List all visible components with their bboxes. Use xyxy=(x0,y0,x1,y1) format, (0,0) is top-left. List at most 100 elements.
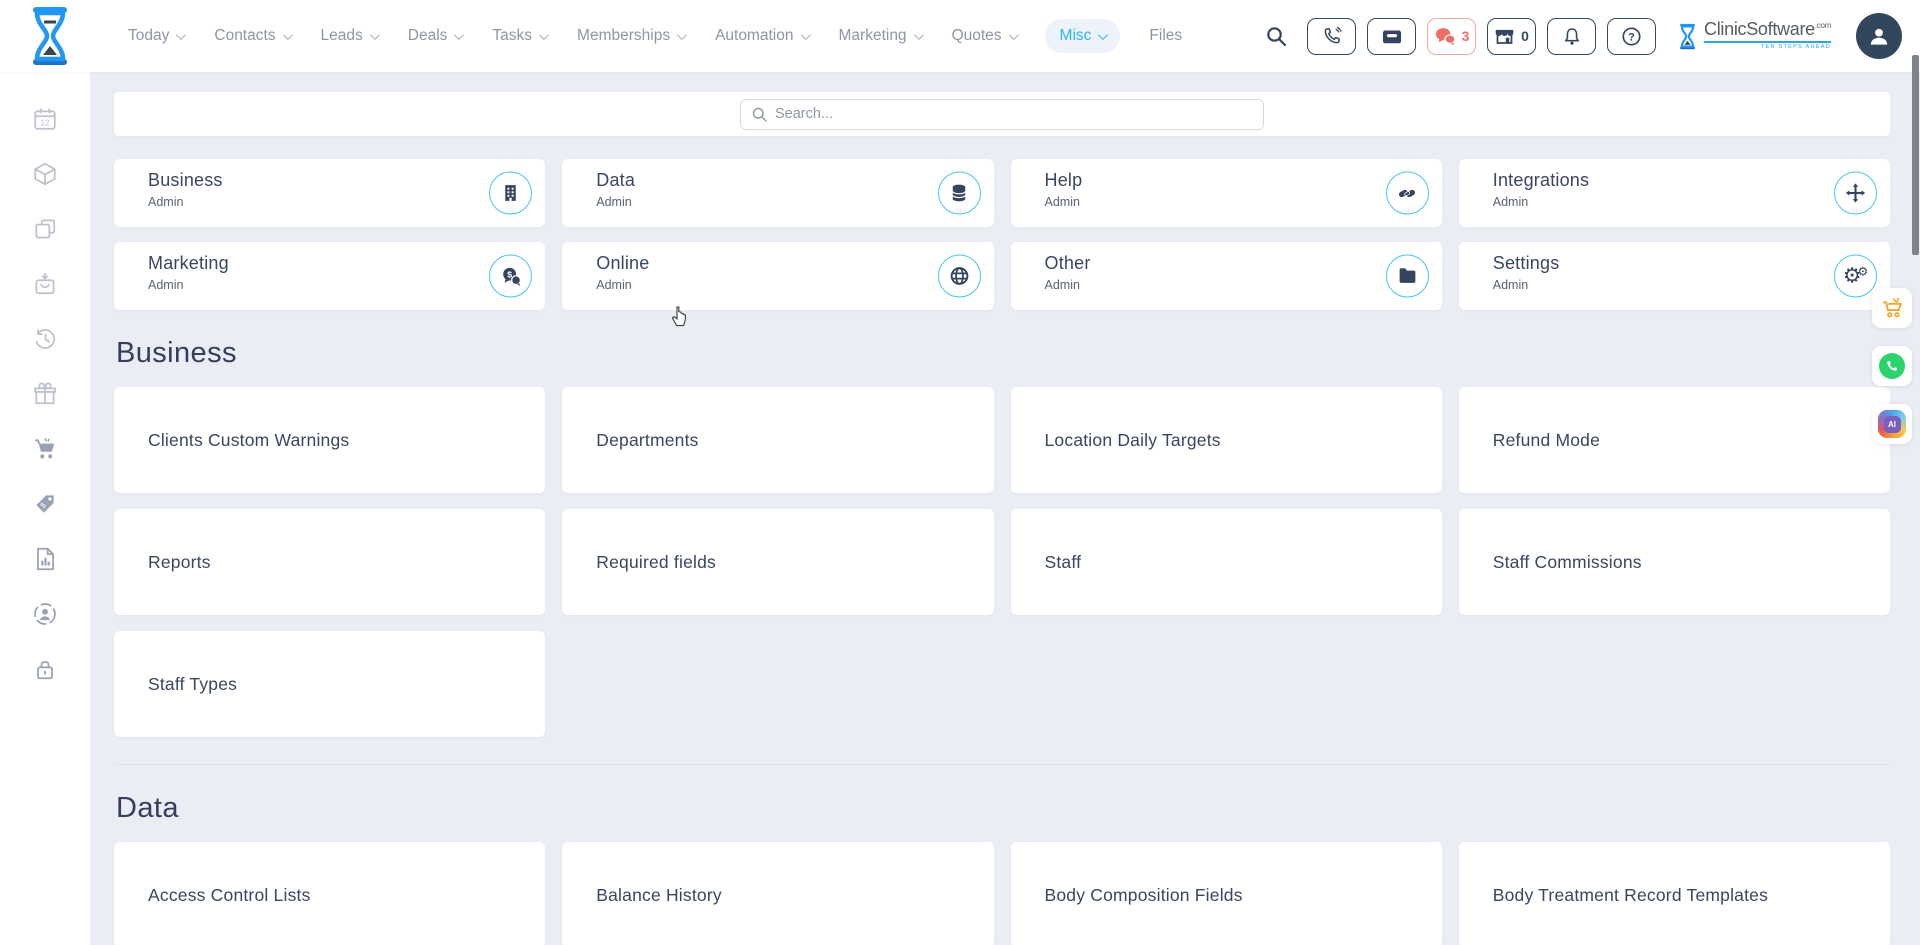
item-label: Balance History xyxy=(596,885,722,906)
item-balance-history[interactable]: Balance History xyxy=(562,842,993,945)
category-card-help[interactable]: Help Admin xyxy=(1011,159,1442,227)
cart-quick-button[interactable] xyxy=(1872,288,1912,328)
person-icon xyxy=(1866,23,1892,49)
clinicsoftware-brand[interactable]: ClinicSoftware.com TEN STEPS AHEAD xyxy=(1677,19,1831,53)
notifications-button[interactable] xyxy=(1547,18,1596,55)
nav-leads[interactable]: Leads xyxy=(319,19,379,53)
search-input[interactable] xyxy=(740,99,1264,130)
item-staff-types[interactable]: Staff Types xyxy=(114,631,545,737)
main-nav: Today Contacts Leads Deals Tasks Members… xyxy=(126,19,1184,53)
svg-text:12: 12 xyxy=(40,119,50,128)
chevron-down-icon xyxy=(914,30,924,40)
report-icon[interactable] xyxy=(32,546,58,572)
data-item-grid: Access Control Lists Balance History Bod… xyxy=(114,842,1890,945)
nav-label: Contacts xyxy=(214,27,275,45)
item-reports[interactable]: Reports xyxy=(114,509,545,615)
nav-deals[interactable]: Deals xyxy=(406,19,464,53)
nav-misc[interactable]: Misc xyxy=(1045,19,1121,53)
category-subtitle: Admin xyxy=(1045,278,1372,292)
item-location-daily-targets[interactable]: Location Daily Targets xyxy=(1011,387,1442,493)
item-staff[interactable]: Staff xyxy=(1011,509,1442,615)
gift-icon[interactable] xyxy=(32,381,58,407)
phone-button[interactable] xyxy=(1307,18,1356,55)
gear-glyph-small: ⚙ xyxy=(1858,265,1869,277)
search-icon[interactable] xyxy=(1265,25,1288,48)
nav-label: Automation xyxy=(715,27,793,45)
database-icon xyxy=(938,172,981,215)
item-label: Location Daily Targets xyxy=(1045,430,1221,451)
item-access-control-lists[interactable]: Access Control Lists xyxy=(114,842,545,945)
copy-icon[interactable] xyxy=(32,216,58,242)
category-card-settings[interactable]: Settings Admin ⚙⚙ xyxy=(1459,242,1890,310)
chat-button[interactable]: 3 xyxy=(1427,18,1476,55)
help-button[interactable]: ? xyxy=(1607,18,1656,55)
cart-icon[interactable] xyxy=(32,436,58,462)
bag-icon[interactable] xyxy=(32,271,58,297)
category-subtitle: Admin xyxy=(596,195,923,209)
item-label: Body Composition Fields xyxy=(1045,885,1243,906)
item-required-fields[interactable]: Required fields xyxy=(562,509,993,615)
category-card-data[interactable]: Data Admin xyxy=(562,159,993,227)
nav-marketing[interactable]: Marketing xyxy=(837,19,923,53)
gears-icon: ⚙⚙ xyxy=(1834,255,1877,298)
brand-text: ClinicSoftware.com TEN STEPS AHEAD xyxy=(1704,19,1831,53)
navbar-actions: 3 0 ? xyxy=(1265,13,1902,59)
item-body-composition-fields[interactable]: Body Composition Fields xyxy=(1011,842,1442,945)
chat-badge: 3 xyxy=(1462,28,1470,44)
account-icon[interactable] xyxy=(32,601,58,627)
left-sidebar: 12 $ xyxy=(0,72,90,945)
category-card-marketing[interactable]: Marketing Admin $ xyxy=(114,242,545,310)
bell-icon xyxy=(1562,26,1582,47)
category-title: Help xyxy=(1045,170,1372,191)
nav-quotes[interactable]: Quotes xyxy=(950,19,1018,53)
item-clients-custom-warnings[interactable]: Clients Custom Warnings xyxy=(114,387,545,493)
nav-tasks[interactable]: Tasks xyxy=(490,19,548,53)
category-card-other[interactable]: Other Admin xyxy=(1011,242,1442,310)
category-card-business[interactable]: Business Admin xyxy=(114,159,545,227)
cube-icon[interactable] xyxy=(32,161,58,187)
section-title-business: Business xyxy=(116,337,1890,370)
item-body-treatment-record-templates[interactable]: Body Treatment Record Templates xyxy=(1459,842,1890,945)
whatsapp-button[interactable] xyxy=(1872,346,1912,386)
category-card-online[interactable]: Online Admin xyxy=(562,242,993,310)
nav-label: Misc xyxy=(1060,27,1092,45)
category-subtitle: Admin xyxy=(1493,195,1820,209)
category-subtitle: Admin xyxy=(148,195,475,209)
clinicsoftware-hourglass-logo[interactable] xyxy=(26,6,74,66)
category-title: Marketing xyxy=(148,253,475,274)
inbox-button[interactable] xyxy=(1367,18,1416,55)
phone-icon xyxy=(1322,26,1342,46)
category-grid: Business Admin Data Admin Help Admin Int… xyxy=(114,159,1890,310)
chevron-down-icon xyxy=(283,30,293,40)
folder-icon xyxy=(1386,255,1429,298)
price-tag-icon[interactable]: $ xyxy=(32,491,58,517)
nav-label: Today xyxy=(128,27,169,45)
search-input-icon xyxy=(751,106,768,123)
item-staff-commissions[interactable]: Staff Commissions xyxy=(1459,509,1890,615)
item-label: Required fields xyxy=(596,552,716,573)
section-divider xyxy=(114,764,1890,765)
nav-contacts[interactable]: Contacts xyxy=(212,19,291,53)
lock-icon[interactable] xyxy=(32,656,58,682)
item-departments[interactable]: Departments xyxy=(562,387,993,493)
history-icon[interactable] xyxy=(32,326,58,352)
nav-memberships[interactable]: Memberships xyxy=(575,19,686,53)
chevron-down-icon xyxy=(677,30,687,40)
scrollbar-thumb[interactable] xyxy=(1912,55,1919,255)
ai-assistant-button[interactable]: AI xyxy=(1872,404,1912,444)
svg-text:$: $ xyxy=(507,269,512,279)
scrollbar-track[interactable] xyxy=(1911,0,1920,945)
building-icon xyxy=(489,172,532,215)
store-button[interactable]: 0 xyxy=(1487,18,1536,55)
item-refund-mode[interactable]: Refund Mode xyxy=(1459,387,1890,493)
chevron-down-icon xyxy=(176,30,186,40)
chevron-down-icon xyxy=(1098,30,1108,40)
item-label: Refund Mode xyxy=(1493,430,1600,451)
category-card-integrations[interactable]: Integrations Admin xyxy=(1459,159,1890,227)
nav-files[interactable]: Files xyxy=(1147,19,1184,53)
category-title: Online xyxy=(596,253,923,274)
nav-automation[interactable]: Automation xyxy=(713,19,809,53)
user-avatar[interactable] xyxy=(1856,13,1902,59)
nav-today[interactable]: Today xyxy=(126,19,185,53)
calendar-icon[interactable]: 12 xyxy=(32,106,58,132)
